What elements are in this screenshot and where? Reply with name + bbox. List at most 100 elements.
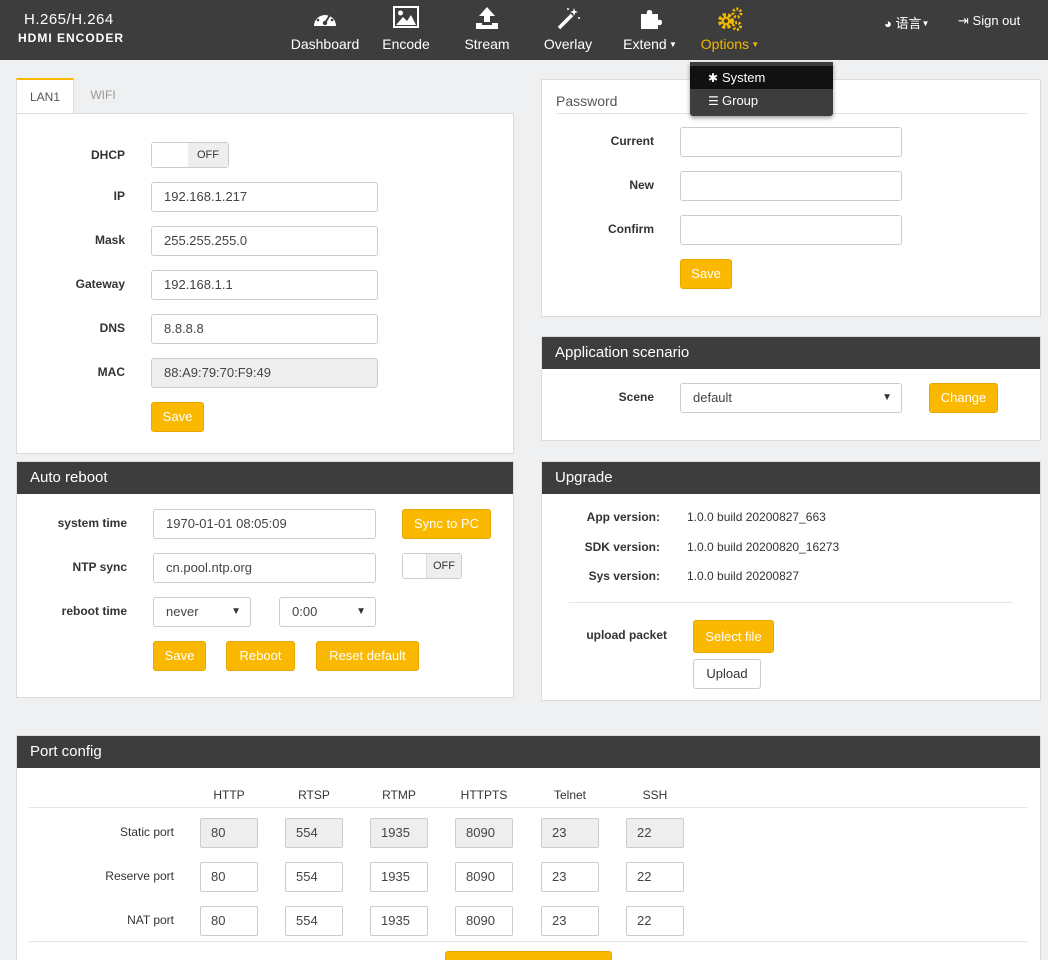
nav-encode-label: Encode — [382, 36, 430, 52]
nav-encode[interactable]: Encode — [378, 6, 434, 52]
system-time-input[interactable]: 1970-01-01 08:05:09 — [153, 509, 376, 539]
scene-selected-value: default — [693, 390, 733, 405]
reserve-port-ssh[interactable]: 22 — [626, 862, 684, 892]
dhcp-toggle[interactable]: OFF — [151, 142, 229, 168]
ip-label: IP — [113, 189, 125, 203]
nav-overlay[interactable]: Overlay — [538, 6, 598, 52]
nat-port-http[interactable]: 80 — [200, 906, 258, 936]
toggle-knob — [152, 143, 190, 167]
upload-icon — [459, 6, 515, 32]
chevron-down-icon: ▼ — [921, 19, 930, 28]
nat-port-httpts[interactable]: 8090 — [455, 906, 513, 936]
upgrade-title: Upgrade — [542, 462, 1040, 494]
dns-input[interactable]: 8.8.8.8 — [151, 314, 378, 344]
lan-save-button[interactable]: Save — [151, 402, 204, 432]
change-scene-button[interactable]: Change — [929, 383, 998, 413]
chevron-down-icon: ▼ — [882, 392, 892, 403]
upload-packet-label: upload packet — [586, 628, 667, 642]
reboot-day-select[interactable]: never ▼ — [153, 597, 251, 627]
reserve-port-http[interactable]: 80 — [200, 862, 258, 892]
tab-wifi[interactable]: WIFI — [78, 78, 128, 114]
column-header: Telnet — [553, 788, 587, 802]
nat-port-rtmp[interactable]: 1935 — [370, 906, 428, 936]
reserve-port-label: Reserve port — [105, 869, 174, 883]
ntp-server-input[interactable]: cn.pool.ntp.org — [153, 553, 376, 583]
reserve-port-rtmp[interactable]: 1935 — [370, 862, 428, 892]
signout-icon: ⇥ — [958, 13, 969, 28]
auto-reboot-title: Auto reboot — [17, 462, 513, 494]
tab-lan1[interactable]: LAN1 — [16, 78, 74, 114]
mask-input[interactable]: 255.255.255.0 — [151, 226, 378, 256]
mac-field: 88:A9:79:70:F9:49 — [151, 358, 378, 388]
language-menu[interactable]: ◕ 语言▼ — [884, 13, 929, 32]
auto-reboot-panel: Auto reboot system time 1970-01-01 08:05… — [16, 461, 514, 698]
confirm-password-input[interactable] — [680, 215, 902, 245]
current-password-input[interactable] — [680, 127, 902, 157]
scenario-panel: Application scenario Scene default ▼ Cha… — [541, 336, 1041, 441]
port-config-panel: Port config HTTP RTSP RTMP HTTPTS Telnet… — [16, 735, 1041, 960]
toggle-knob — [403, 554, 427, 578]
ip-input[interactable]: 192.168.1.217 — [151, 182, 378, 212]
gateway-input[interactable]: 192.168.1.1 — [151, 270, 378, 300]
scene-select[interactable]: default ▼ — [680, 383, 902, 413]
reboot-save-button[interactable]: Save — [153, 641, 206, 671]
static-port-telnet: 23 — [541, 818, 599, 848]
menu-item-group[interactable]: ☰ Group — [690, 89, 833, 112]
chevron-down-icon: ▼ — [231, 606, 241, 617]
mac-label: MAC — [97, 365, 125, 379]
image-icon — [378, 6, 434, 32]
options-dropdown: ✱ System ☰ Group — [690, 62, 833, 116]
password-title: Password — [556, 93, 618, 109]
magic-wand-icon — [538, 6, 598, 32]
nav-stream-label: Stream — [464, 36, 510, 52]
reboot-hour-select[interactable]: 0:00 ▼ — [279, 597, 376, 627]
static-port-rtsp: 554 — [285, 818, 343, 848]
ntp-toggle-state: OFF — [427, 554, 461, 578]
app-version-value: 1.0.0 build 20200827_663 — [687, 510, 826, 524]
sync-to-pc-button[interactable]: Sync to PC — [402, 509, 491, 539]
nat-port-ssh[interactable]: 22 — [626, 906, 684, 936]
dashboard-icon — [290, 6, 360, 32]
reserve-port-httpts[interactable]: 8090 — [455, 862, 513, 892]
chevron-down-icon: ▼ — [666, 40, 677, 49]
reboot-hour-value: 0:00 — [292, 604, 318, 619]
new-password-label: New — [629, 178, 654, 192]
reboot-time-label: reboot time — [61, 604, 127, 618]
port-save-button[interactable] — [445, 951, 612, 960]
gear-icon: ✱ — [708, 71, 719, 85]
nav-dashboard[interactable]: Dashboard — [290, 6, 360, 52]
reset-default-button[interactable]: Reset default — [316, 641, 419, 671]
column-header: RTMP — [382, 788, 416, 802]
signout-link[interactable]: ⇥ Sign out — [958, 13, 1020, 29]
nat-port-telnet[interactable]: 23 — [541, 906, 599, 936]
chevron-down-icon: ▼ — [749, 40, 760, 49]
reboot-day-value: never — [166, 604, 199, 619]
column-header: HTTP — [213, 788, 245, 802]
lan-settings-panel: DHCP OFF IP 192.168.1.217 Mask 255.255.2… — [16, 113, 514, 454]
nav-extend[interactable]: Extend ▼ — [620, 6, 680, 52]
reserve-port-telnet[interactable]: 23 — [541, 862, 599, 892]
nav-overlay-label: Overlay — [543, 36, 593, 52]
dns-label: DNS — [99, 321, 125, 335]
new-password-input[interactable] — [680, 171, 902, 201]
upload-button[interactable]: Upload — [693, 659, 761, 689]
divider — [29, 941, 1027, 942]
brand-line2: HDMI ENCODER — [18, 30, 125, 45]
menu-item-system[interactable]: ✱ System — [690, 66, 833, 89]
reserve-port-rtsp[interactable]: 554 — [285, 862, 343, 892]
nav-options[interactable]: Options ▼ — [698, 6, 762, 52]
ntp-sync-toggle[interactable]: OFF — [402, 553, 462, 579]
select-file-button[interactable]: Select file — [693, 620, 774, 653]
sys-version-value: 1.0.0 build 20200827 — [687, 569, 800, 583]
scene-label: Scene — [618, 390, 654, 404]
language-label: 语言 — [895, 16, 922, 31]
top-navbar: H.265/H.264 HDMI ENCODER Dashboard Encod… — [0, 0, 1048, 60]
nat-port-rtsp[interactable]: 554 — [285, 906, 343, 936]
password-save-button[interactable]: Save — [680, 259, 732, 289]
reboot-now-button[interactable]: Reboot — [226, 641, 295, 671]
signout-label: Sign out — [972, 13, 1021, 28]
static-port-rtmp: 1935 — [370, 818, 428, 848]
nav-stream[interactable]: Stream — [459, 6, 515, 52]
ntp-sync-label: NTP sync — [72, 560, 127, 574]
system-time-label: system time — [57, 516, 127, 530]
